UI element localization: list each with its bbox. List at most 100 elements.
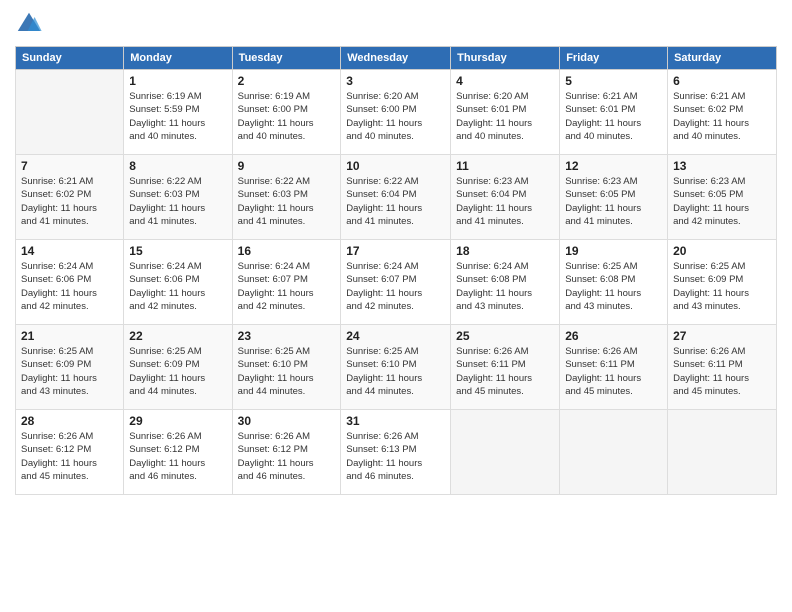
calendar-cell: 19 Sunrise: 6:25 AM Sunset: 6:08 PM Dayli…	[560, 240, 668, 325]
calendar-cell: 4 Sunrise: 6:20 AM Sunset: 6:01 PM Daylig…	[451, 70, 560, 155]
calendar-cell: 12 Sunrise: 6:23 AM Sunset: 6:05 PM Dayli…	[560, 155, 668, 240]
calendar-cell	[668, 410, 777, 495]
day-number: 24	[346, 329, 445, 343]
header-day: Wednesday	[341, 47, 451, 70]
day-number: 17	[346, 244, 445, 258]
day-info: Sunrise: 6:19 AM Sunset: 5:59 PM Dayligh…	[129, 90, 226, 143]
calendar-cell: 16Sunrise: 6:24 AM Sunset: 6:07 PM Dayli…	[232, 240, 341, 325]
day-info: Sunrise: 6:22 AM Sunset: 6:04 PM Dayligh…	[346, 175, 445, 228]
day-info: Sunrise: 6:25 AM Sunset: 6:10 PM Dayligh…	[346, 345, 445, 398]
logo	[15, 10, 47, 38]
day-number: 29	[129, 414, 226, 428]
day-info: Sunrise: 6:21 AM Sunset: 6:02 PM Dayligh…	[673, 90, 771, 143]
day-number: 9	[238, 159, 336, 173]
day-info: Sunrise: 6:26 AM Sunset: 6:12 PM Dayligh…	[21, 430, 118, 483]
calendar-week-row: 28 Sunrise: 6:26 AM Sunset: 6:12 PM Dayli…	[16, 410, 777, 495]
calendar-week-row: 14 Sunrise: 6:24 AM Sunset: 6:06 PM Dayli…	[16, 240, 777, 325]
day-number: 26	[565, 329, 662, 343]
day-number: 10	[346, 159, 445, 173]
calendar-week-row: 7 Sunrise: 6:21 AM Sunset: 6:02 PM Daylig…	[16, 155, 777, 240]
calendar-cell: 26 Sunrise: 6:26 AM Sunset: 6:11 PM Dayli…	[560, 325, 668, 410]
day-number: 16	[238, 244, 336, 258]
calendar-cell: 29 Sunrise: 6:26 AM Sunset: 6:12 PM Dayli…	[124, 410, 232, 495]
day-info: Sunrise: 6:26 AM Sunset: 6:13 PM Dayligh…	[346, 430, 445, 483]
day-info: Sunrise: 6:25 AM Sunset: 6:09 PM Dayligh…	[129, 345, 226, 398]
day-number: 15	[129, 244, 226, 258]
calendar-cell: 2 Sunrise: 6:19 AM Sunset: 6:00 PM Daylig…	[232, 70, 341, 155]
day-number: 28	[21, 414, 118, 428]
day-number: 23	[238, 329, 336, 343]
header-day: Saturday	[668, 47, 777, 70]
calendar-cell: 3Sunrise: 6:20 AM Sunset: 6:00 PM Daylig…	[341, 70, 451, 155]
calendar-cell: 13Sunrise: 6:23 AM Sunset: 6:05 PM Dayli…	[668, 155, 777, 240]
day-number: 2	[238, 74, 336, 88]
day-info: Sunrise: 6:26 AM Sunset: 6:11 PM Dayligh…	[456, 345, 554, 398]
calendar-cell: 24 Sunrise: 6:25 AM Sunset: 6:10 PM Dayli…	[341, 325, 451, 410]
calendar-week-row: 1 Sunrise: 6:19 AM Sunset: 5:59 PM Daylig…	[16, 70, 777, 155]
day-info: Sunrise: 6:20 AM Sunset: 6:01 PM Dayligh…	[456, 90, 554, 143]
day-info: Sunrise: 6:26 AM Sunset: 6:11 PM Dayligh…	[565, 345, 662, 398]
day-info: Sunrise: 6:24 AM Sunset: 6:08 PM Dayligh…	[456, 260, 554, 313]
day-number: 20	[673, 244, 771, 258]
day-number: 22	[129, 329, 226, 343]
day-number: 6	[673, 74, 771, 88]
day-number: 11	[456, 159, 554, 173]
header-day: Sunday	[16, 47, 124, 70]
day-number: 7	[21, 159, 118, 173]
calendar-cell: 8 Sunrise: 6:22 AM Sunset: 6:03 PM Daylig…	[124, 155, 232, 240]
day-info: Sunrise: 6:26 AM Sunset: 6:11 PM Dayligh…	[673, 345, 771, 398]
day-info: Sunrise: 6:25 AM Sunset: 6:09 PM Dayligh…	[21, 345, 118, 398]
day-info: Sunrise: 6:21 AM Sunset: 6:02 PM Dayligh…	[21, 175, 118, 228]
day-info: Sunrise: 6:26 AM Sunset: 6:12 PM Dayligh…	[129, 430, 226, 483]
day-info: Sunrise: 6:24 AM Sunset: 6:06 PM Dayligh…	[21, 260, 118, 313]
day-info: Sunrise: 6:23 AM Sunset: 6:04 PM Dayligh…	[456, 175, 554, 228]
calendar-cell: 9 Sunrise: 6:22 AM Sunset: 6:03 PM Daylig…	[232, 155, 341, 240]
header-day: Monday	[124, 47, 232, 70]
calendar-cell: 27 Sunrise: 6:26 AM Sunset: 6:11 PM Dayli…	[668, 325, 777, 410]
day-number: 14	[21, 244, 118, 258]
day-number: 21	[21, 329, 118, 343]
calendar-cell	[451, 410, 560, 495]
calendar-cell: 21 Sunrise: 6:25 AM Sunset: 6:09 PM Dayli…	[16, 325, 124, 410]
calendar-cell: 22 Sunrise: 6:25 AM Sunset: 6:09 PM Dayli…	[124, 325, 232, 410]
calendar-cell: 30Sunrise: 6:26 AM Sunset: 6:12 PM Dayli…	[232, 410, 341, 495]
calendar-cell: 7 Sunrise: 6:21 AM Sunset: 6:02 PM Daylig…	[16, 155, 124, 240]
calendar-week-row: 21 Sunrise: 6:25 AM Sunset: 6:09 PM Dayli…	[16, 325, 777, 410]
day-info: Sunrise: 6:22 AM Sunset: 6:03 PM Dayligh…	[129, 175, 226, 228]
header	[15, 10, 777, 38]
calendar-cell: 14 Sunrise: 6:24 AM Sunset: 6:06 PM Dayli…	[16, 240, 124, 325]
day-info: Sunrise: 6:21 AM Sunset: 6:01 PM Dayligh…	[565, 90, 662, 143]
page: SundayMondayTuesdayWednesdayThursdayFrid…	[0, 0, 792, 612]
calendar-cell: 31 Sunrise: 6:26 AM Sunset: 6:13 PM Dayli…	[341, 410, 451, 495]
day-info: Sunrise: 6:24 AM Sunset: 6:07 PM Dayligh…	[346, 260, 445, 313]
day-info: Sunrise: 6:23 AM Sunset: 6:05 PM Dayligh…	[673, 175, 771, 228]
day-info: Sunrise: 6:23 AM Sunset: 6:05 PM Dayligh…	[565, 175, 662, 228]
header-row: SundayMondayTuesdayWednesdayThursdayFrid…	[16, 47, 777, 70]
calendar-cell: 6 Sunrise: 6:21 AM Sunset: 6:02 PM Daylig…	[668, 70, 777, 155]
calendar-table: SundayMondayTuesdayWednesdayThursdayFrid…	[15, 46, 777, 495]
day-number: 19	[565, 244, 662, 258]
day-number: 31	[346, 414, 445, 428]
day-info: Sunrise: 6:19 AM Sunset: 6:00 PM Dayligh…	[238, 90, 336, 143]
day-number: 3	[346, 74, 445, 88]
day-number: 27	[673, 329, 771, 343]
calendar-cell: 18 Sunrise: 6:24 AM Sunset: 6:08 PM Dayli…	[451, 240, 560, 325]
calendar-cell: 1 Sunrise: 6:19 AM Sunset: 5:59 PM Daylig…	[124, 70, 232, 155]
day-info: Sunrise: 6:25 AM Sunset: 6:10 PM Dayligh…	[238, 345, 336, 398]
day-number: 12	[565, 159, 662, 173]
calendar-cell: 28 Sunrise: 6:26 AM Sunset: 6:12 PM Dayli…	[16, 410, 124, 495]
day-number: 1	[129, 74, 226, 88]
calendar-cell: 20Sunrise: 6:25 AM Sunset: 6:09 PM Dayli…	[668, 240, 777, 325]
logo-icon	[15, 10, 43, 38]
day-number: 8	[129, 159, 226, 173]
day-info: Sunrise: 6:24 AM Sunset: 6:06 PM Dayligh…	[129, 260, 226, 313]
day-number: 18	[456, 244, 554, 258]
calendar-cell: 17 Sunrise: 6:24 AM Sunset: 6:07 PM Dayli…	[341, 240, 451, 325]
day-number: 4	[456, 74, 554, 88]
calendar-cell: 11 Sunrise: 6:23 AM Sunset: 6:04 PM Dayli…	[451, 155, 560, 240]
day-info: Sunrise: 6:22 AM Sunset: 6:03 PM Dayligh…	[238, 175, 336, 228]
header-day: Friday	[560, 47, 668, 70]
day-info: Sunrise: 6:25 AM Sunset: 6:08 PM Dayligh…	[565, 260, 662, 313]
day-number: 25	[456, 329, 554, 343]
calendar-cell: 15 Sunrise: 6:24 AM Sunset: 6:06 PM Dayli…	[124, 240, 232, 325]
